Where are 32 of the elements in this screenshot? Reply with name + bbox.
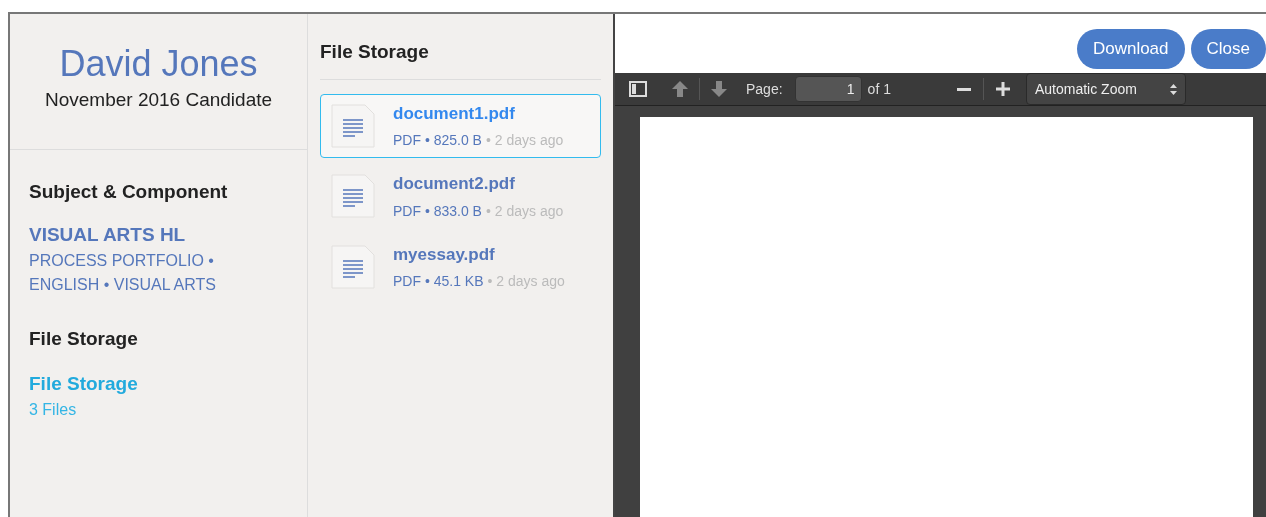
arrow-down-icon[interactable] [710, 80, 728, 98]
sidebar-toggle-icon[interactable] [629, 81, 647, 97]
zoom-select[interactable]: Automatic Zoom [1025, 73, 1186, 105]
close-button[interactable]: Close [1190, 28, 1266, 69]
arrow-up-icon[interactable] [671, 80, 689, 98]
file-meta: PDF • 825.0 B [393, 131, 482, 150]
file-count: 3 Files [29, 400, 78, 420]
subject-detail: PROCESS PORTFOLIO • ENGLISH • VISUAL ARTS [29, 251, 217, 295]
download-button[interactable]: Download [1076, 28, 1185, 69]
document-icon [331, 244, 375, 289]
panel-heading: File Storage [320, 38, 601, 80]
subject-title: VISUAL ARTS HL [29, 222, 187, 247]
file-name: document2.pdf [393, 173, 516, 195]
candidate-session: November 2016 Candidate [44, 87, 273, 112]
document-icon [331, 174, 375, 219]
file-name: document1.pdf [393, 102, 516, 125]
file-storage-link[interactable]: File Storage [29, 369, 138, 398]
updown-caret-icon [1169, 83, 1177, 95]
plus-icon [995, 82, 1010, 96]
file-item[interactable]: document1.pdf PDF • 825.0 B • 2 days ago [320, 93, 601, 158]
page-count: of 1 [867, 79, 891, 99]
file-name: myessay.pdf [393, 243, 496, 266]
document-icon [331, 103, 375, 148]
candidate-name: David Jones [59, 41, 258, 86]
file-age: • 2 days ago [485, 131, 564, 150]
file-meta: PDF • 833.0 B [393, 201, 482, 221]
page-number-field[interactable]: 1 [794, 76, 862, 102]
section-heading: File Storage [29, 327, 139, 351]
minus-icon [956, 87, 971, 91]
file-meta: PDF • 45.1 KB [393, 272, 484, 291]
section-heading: Subject & Component [29, 180, 229, 204]
page-label: Page: [746, 79, 783, 99]
